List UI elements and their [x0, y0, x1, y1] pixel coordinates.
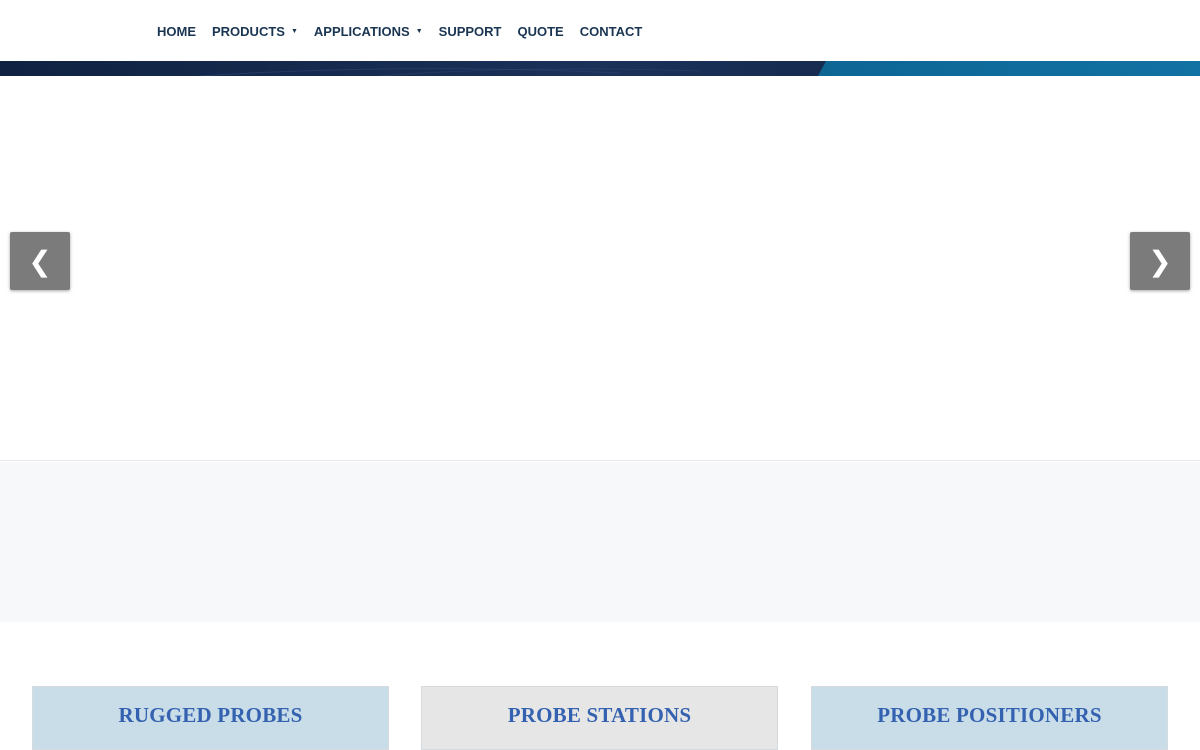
card-probe-positioners[interactable]: PROBE POSITIONERS	[811, 686, 1168, 750]
caret-down-icon: ▼	[415, 27, 423, 35]
nav-item-contact[interactable]: CONTACT	[580, 24, 643, 39]
nav-item-label: QUOTE	[517, 23, 564, 39]
product-category-cards: RUGGED PROBES PROBE STATIONS PROBE POSIT…	[0, 686, 1200, 750]
banner-graphic	[0, 61, 1200, 76]
site-header: HOME PRODUCTS ▼ APPLICATIONS ▼ SUPPORT Q…	[0, 0, 1200, 61]
nav-item-support[interactable]: SUPPORT	[439, 24, 502, 39]
slider-next-button[interactable]: ❯	[1130, 232, 1190, 290]
nav-item-applications[interactable]: APPLICATIONS ▼	[314, 24, 423, 39]
nav-item-home[interactable]: HOME	[157, 24, 196, 39]
slider-prev-button[interactable]: ❮	[10, 232, 70, 290]
card-title: RUGGED PROBES	[118, 703, 303, 727]
nav-item-label: SUPPORT	[438, 23, 502, 39]
nav-item-label: PRODUCTS	[212, 23, 285, 39]
nav-item-quote[interactable]: QUOTE	[518, 24, 564, 39]
chevron-left-icon: ❮	[28, 244, 52, 278]
nav-item-label: CONTACT	[579, 23, 643, 39]
card-title: PROBE POSITIONERS	[877, 703, 1102, 727]
caret-down-icon: ▼	[290, 27, 298, 35]
card-rugged-probes[interactable]: RUGGED PROBES	[32, 686, 389, 750]
card-probe-stations[interactable]: PROBE STATIONS	[421, 686, 778, 750]
nav-item-products[interactable]: PRODUCTS ▼	[212, 24, 298, 39]
nav-item-label: HOME	[157, 23, 196, 39]
header-banner-strip	[0, 61, 1200, 76]
card-title: PROBE STATIONS	[507, 703, 692, 727]
chevron-right-icon: ❯	[1148, 244, 1172, 278]
intro-band	[0, 462, 1200, 622]
main-nav: HOME PRODUCTS ▼ APPLICATIONS ▼ SUPPORT Q…	[157, 22, 658, 40]
nav-item-label: APPLICATIONS	[313, 23, 410, 39]
hero-slider: ❮ ❯	[0, 76, 1200, 461]
